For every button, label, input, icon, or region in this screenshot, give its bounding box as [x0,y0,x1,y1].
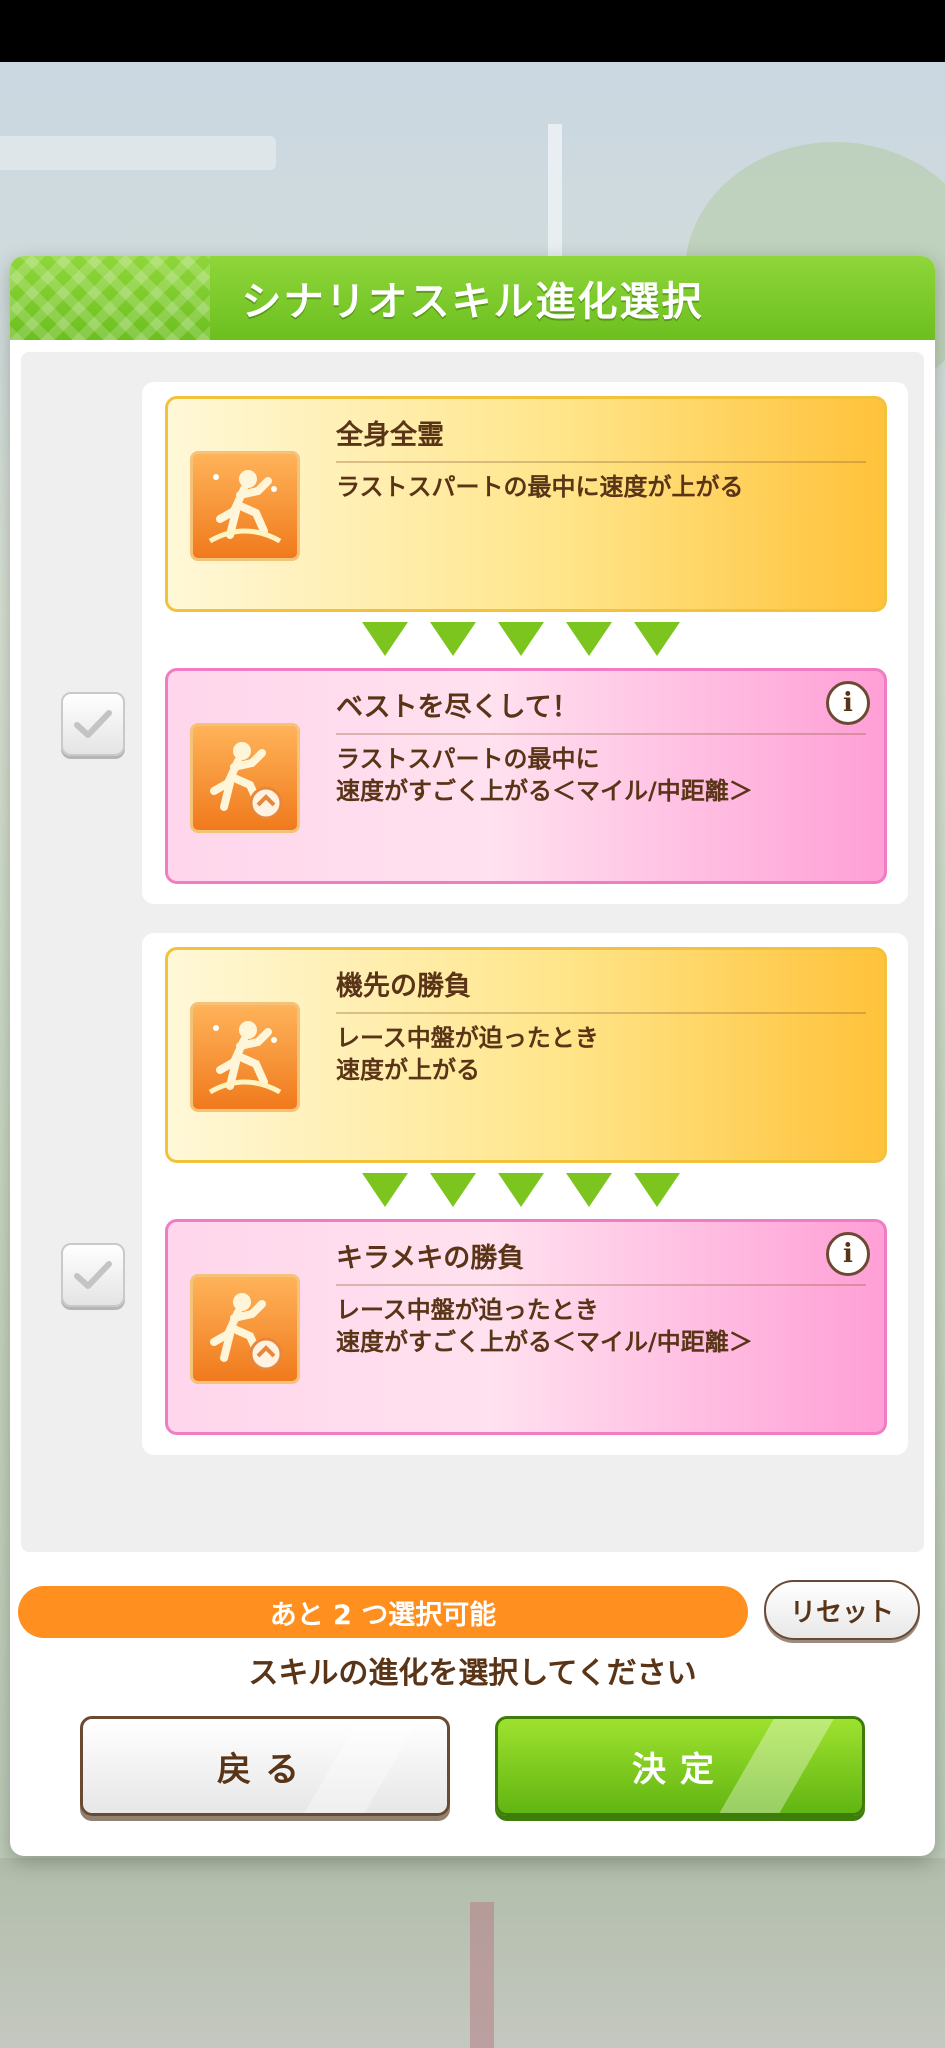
triangle-down-icon [430,622,476,656]
base-skill-card-1[interactable]: 全身全霊 ラストスパートの最中に速度が上がる [165,396,887,612]
group-2-checkbox[interactable] [61,1243,125,1307]
reset-button[interactable]: リセット [764,1580,920,1640]
skill-group-2: 機先の勝負 レース中盤が迫ったとき 速度が上がる キラメキの勝負 i レース中盤… [142,933,908,1455]
triangle-down-icon [430,1173,476,1207]
evolved-skill-name: ベストを尽くして！ [336,692,579,723]
header-pattern [10,256,210,340]
evolution-badge-icon [190,1274,300,1384]
info-icon[interactable]: i [826,1232,870,1276]
evolved-skill-card-1[interactable]: ベストを尽くして！ i ラストスパートの最中に 速度がすごく上がる＜マイル/中距… [165,668,887,884]
base-skill-name: 全身全霊 [336,420,444,451]
skill-list[interactable]: 全身全霊 ラストスパートの最中に速度が上がる ベストを尽くして！ i ラストスパ… [21,352,924,1552]
info-icon[interactable]: i [826,681,870,725]
evolved-skill-name: キラメキの勝負 [336,1243,525,1274]
confirm-button-label: 決定 [632,1749,728,1790]
remaining-count-bar: あと 2 つ選択可能 [18,1586,748,1638]
desc-line-2: 速度がすごく上がる＜マイル/中距離＞ [336,1328,753,1356]
back-button-label: 戻る [217,1749,313,1790]
divider [336,461,866,463]
triangle-down-icon [362,622,408,656]
triangle-down-icon [634,1173,680,1207]
triangle-down-icon [498,622,544,656]
evolution-arrows [362,1173,680,1207]
desc-line-1: ラストスパートの最中に [336,745,600,773]
base-skill-desc: ラストスパートの最中に速度が上がる [336,471,744,503]
status-bar [0,0,945,62]
group-1-checkbox[interactable] [61,692,125,756]
base-skill-card-2[interactable]: 機先の勝負 レース中盤が迫ったとき 速度が上がる [165,947,887,1163]
dialog-title: シナリオスキル進化選択 [241,279,704,325]
divider [336,1012,866,1014]
background-rail [470,1902,494,2048]
desc-line-2: 速度が上がる [336,1056,480,1084]
desc-line-1: レース中盤が迫ったとき [336,1024,599,1052]
evolution-badge-icon [190,723,300,833]
skill-group-1: 全身全霊 ラストスパートの最中に速度が上がる ベストを尽くして！ i ラストスパ… [142,382,908,904]
check-icon [74,710,112,738]
confirm-button[interactable]: 決定 [495,1716,865,1816]
back-button[interactable]: 戻る [80,1716,450,1816]
triangle-down-icon [634,622,680,656]
triangle-down-icon [362,1173,408,1207]
check-icon [74,1261,112,1289]
triangle-down-icon [566,1173,612,1207]
divider [336,733,866,735]
evolved-skill-desc: レース中盤が迫ったとき 速度がすごく上がる＜マイル/中距離＞ [336,1294,753,1358]
divider [336,1284,866,1286]
running-figure-icon [190,451,300,561]
triangle-down-icon [498,1173,544,1207]
dialog-header: シナリオスキル進化選択 [10,256,935,340]
skill-evolution-dialog: シナリオスキル進化選択 全身全霊 ラストスパートの最中に速度が上がる ベストを尽… [10,256,935,1856]
evolved-skill-card-2[interactable]: キラメキの勝負 i レース中盤が迫ったとき 速度がすごく上がる＜マイル/中距離＞ [165,1219,887,1435]
desc-line-1: レース中盤が迫ったとき [336,1296,599,1324]
background-tag [0,136,276,170]
base-skill-desc: レース中盤が迫ったとき 速度が上がる [336,1022,599,1086]
base-skill-name: 機先の勝負 [336,971,471,1002]
instruction-text: スキルの進化を選択してください [248,1656,697,1691]
running-figure-icon [190,1002,300,1112]
evolved-skill-desc: ラストスパートの最中に 速度がすごく上がる＜マイル/中距離＞ [336,743,753,807]
triangle-down-icon [566,622,612,656]
evolution-arrows [362,622,680,656]
desc-line-1: ラストスパートの最中に速度が上がる [336,473,744,501]
desc-line-2: 速度がすごく上がる＜マイル/中距離＞ [336,777,753,805]
